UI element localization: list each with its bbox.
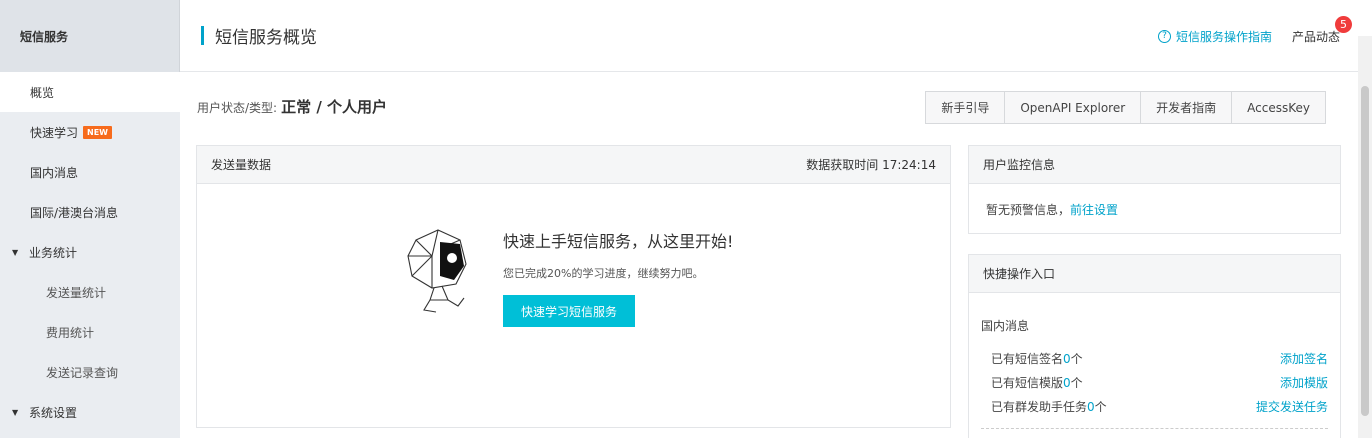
sidebar-item-label: 业务统计: [29, 245, 78, 260]
operation-guide-link[interactable]: 短信服务操作指南: [1176, 28, 1272, 45]
robot-illustration: [407, 229, 467, 313]
user-monitor-panel: 用户监控信息 暂无预警信息，前往设置: [968, 145, 1341, 234]
help-circle-icon[interactable]: ?: [1157, 29, 1171, 43]
sidebar-item-label: 国际/港澳台消息: [30, 205, 119, 220]
sidebar-item-quick-learn[interactable]: 快速学习 NEW: [0, 112, 180, 152]
sidebar: 短信服务 概览 快速学习 NEW 国内消息 国际/港澳台消息 ▼ 业务统计 发送量统…: [0, 0, 180, 438]
sidebar-item-label: 发送量统计: [46, 285, 107, 300]
openapi-explorer-button[interactable]: OpenAPI Explorer: [1004, 91, 1142, 124]
sidebar-item-label: 费用统计: [46, 325, 95, 340]
accesskey-button[interactable]: AccessKey: [1231, 91, 1326, 124]
sidebar-item-label: 概览: [30, 85, 55, 100]
sidebar-group-system-settings[interactable]: ▼ 系统设置: [0, 392, 180, 432]
quick-actions-section-title: 国内消息: [981, 319, 1030, 333]
product-news-label: 产品动态: [1291, 29, 1340, 44]
bulk-task-row: 已有群发助手任务0个 提交发送任务: [991, 398, 1328, 415]
page-header: 短信服务概览 ? 短信服务操作指南 产品动态 5: [180, 0, 1372, 72]
user-status-label: 用户状态/类型:: [197, 101, 278, 115]
caret-down-icon: ▼: [12, 247, 19, 257]
quick-actions-title: 快捷操作入口: [983, 267, 1056, 281]
monitor-panel-body: 暂无预警信息，前往设置: [969, 184, 1340, 235]
go-settings-link[interactable]: 前往设置: [1070, 203, 1118, 217]
template-count-text: 已有短信模版0个: [991, 376, 1083, 390]
news-count-badge: 5: [1335, 15, 1352, 33]
bulk-task-count-text: 已有群发助手任务0个: [991, 400, 1107, 414]
header-actions: ? 短信服务操作指南 产品动态 5: [1157, 0, 1352, 72]
developer-guide-button[interactable]: 开发者指南: [1140, 91, 1233, 124]
sidebar-item-international[interactable]: 国际/港澳台消息: [0, 192, 180, 232]
scrollbar-thumb[interactable]: [1361, 86, 1369, 416]
signature-count-text: 已有短信签名0个: [991, 352, 1083, 366]
sidebar-item-label: 国内消息: [30, 165, 79, 180]
promo-progress-text: 您已完成20%的学习进度，继续努力吧。: [503, 267, 704, 280]
send-volume-panel: 发送量数据 数据获取时间 17:24:14 快速上手短信服务，从这里开始! 您已…: [196, 145, 951, 428]
sidebar-title: 短信服务: [0, 0, 180, 72]
submit-send-task-link[interactable]: 提交发送任务: [1256, 398, 1328, 415]
vertical-scrollbar[interactable]: [1358, 36, 1372, 438]
divider: [981, 428, 1328, 429]
sidebar-item-domestic[interactable]: 国内消息: [0, 152, 180, 192]
sidebar-item-send-records[interactable]: 发送记录查询: [0, 352, 180, 392]
caret-down-icon: ▼: [12, 407, 19, 417]
monitor-panel-title: 用户监控信息: [983, 158, 1056, 172]
quick-learn-button[interactable]: 快速学习短信服务: [503, 295, 635, 327]
monitor-panel-header: 用户监控信息: [969, 146, 1340, 184]
title-accent-bar: [201, 26, 204, 45]
sidebar-item-label: 快速学习: [30, 125, 79, 140]
sidebar-item-cost-stats[interactable]: 费用统计: [0, 312, 180, 352]
send-volume-title: 发送量数据: [211, 158, 272, 172]
main-content: 短信服务概览 ? 短信服务操作指南 产品动态 5 用户状态/类型: 正常 / 个…: [180, 0, 1372, 438]
beginner-guide-button[interactable]: 新手引导: [925, 91, 1006, 124]
top-button-group: 新手引导 OpenAPI Explorer 开发者指南 AccessKey: [925, 91, 1326, 124]
user-status: 用户状态/类型: 正常 / 个人用户: [197, 96, 387, 117]
new-badge: NEW: [83, 125, 112, 139]
add-signature-link[interactable]: 添加签名: [1280, 350, 1328, 367]
quick-start-promo: 快速上手短信服务，从这里开始! 您已完成20%的学习进度，继续努力吧。 快速学习…: [503, 228, 733, 327]
add-template-link[interactable]: 添加模版: [1280, 374, 1328, 391]
page-title: 短信服务概览: [215, 28, 317, 48]
send-volume-panel-header: 发送量数据 数据获取时间 17:24:14: [197, 146, 950, 184]
template-row: 已有短信模版0个 添加模版: [991, 374, 1328, 391]
sidebar-group-business-stats[interactable]: ▼ 业务统计: [0, 232, 180, 272]
promo-title: 快速上手短信服务，从这里开始!: [503, 232, 734, 251]
user-status-value: 正常 / 个人用户: [281, 98, 388, 116]
quick-actions-header: 快捷操作入口: [969, 255, 1340, 293]
sidebar-item-send-stats[interactable]: 发送量统计: [0, 272, 180, 312]
sidebar-item-overview[interactable]: 概览: [0, 72, 180, 112]
quick-actions-panel: 快捷操作入口 国内消息 已有短信签名0个 添加签名 已有短信模版0个 添加模版 …: [968, 254, 1341, 438]
product-news-link[interactable]: 产品动态 5: [1291, 15, 1352, 45]
sidebar-item-label: 系统设置: [29, 405, 78, 420]
no-alert-text: 暂无预警信息，: [986, 203, 1071, 217]
fetch-time: 数据获取时间 17:24:14: [806, 158, 936, 172]
sidebar-item-label: 发送记录查询: [46, 365, 119, 380]
signature-row: 已有短信签名0个 添加签名: [991, 350, 1328, 367]
